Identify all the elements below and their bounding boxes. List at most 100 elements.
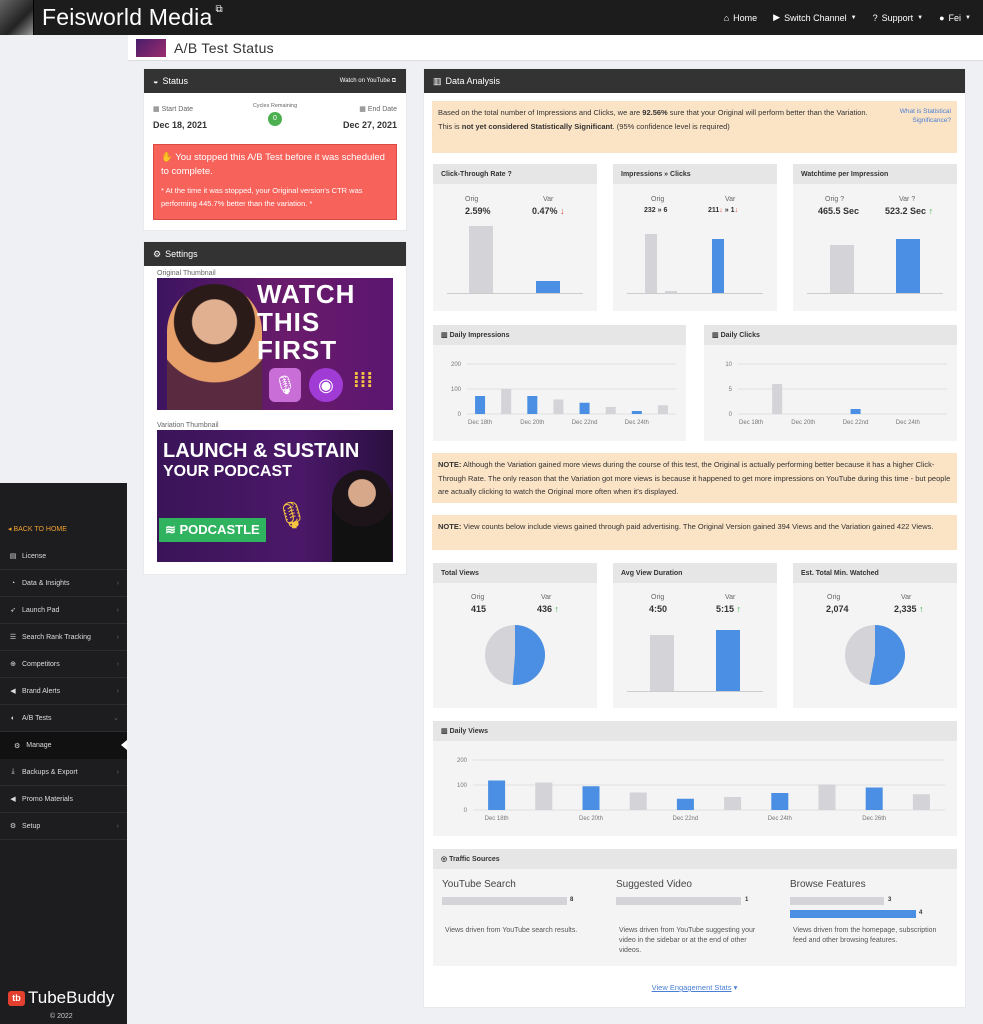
var-label: Var — [899, 196, 910, 203]
x-tick-label: Dec 20th — [579, 816, 603, 822]
daily-clicks-card: ▥ Daily Clicks 0 5 10 Dec 18th Dec 20th Dec 2… — [704, 325, 957, 441]
chart-bar — [865, 787, 883, 810]
sidebar-item-label: Data & Insights — [22, 579, 70, 587]
settings-title: Settings — [165, 249, 198, 259]
axis-line — [627, 293, 763, 294]
x-tick-label: Dec 22nd — [673, 816, 699, 822]
chart-bar — [535, 782, 553, 810]
badge-label: PODCASTLE — [179, 522, 260, 537]
channel-title[interactable]: Feisworld Media ⧉ — [42, 4, 223, 31]
sidebar-item-search-rank[interactable]: ☰ Search Rank Tracking › — [0, 624, 127, 651]
total-views-pie — [485, 625, 545, 685]
daily-clicks-chart: 0 5 10 Dec 18th Dec 20th Dec 22nd Dec 24th — [725, 362, 947, 426]
sidebar-item-brand-alerts[interactable]: ◀ Brand Alerts › — [0, 678, 127, 705]
watch-on-youtube-link[interactable]: Watch on YouTube ⧉ — [340, 78, 396, 85]
sidebar-item-license[interactable]: ▤ License — [0, 543, 127, 570]
sidebar-item-label: Manage — [26, 742, 52, 749]
data-analysis-header: ▥ Data Analysis — [424, 69, 965, 93]
note-label: NOTE: — [438, 522, 462, 531]
sidebar-item-data-insights[interactable]: ◔ Data & Insights › — [0, 570, 127, 597]
chart-bar — [676, 798, 694, 810]
watchtime-card: Watchtime per Impression Orig ? 465.5 Se… — [793, 164, 957, 311]
home-icon: ⌂ — [723, 12, 730, 23]
orig-label: Orig — [827, 594, 841, 601]
google-podcasts-icon: ⁞⁞⁞ — [353, 370, 373, 392]
half-circle-icon: ◐ — [10, 714, 16, 722]
orig-label: Orig — [465, 196, 479, 203]
variation-thumbnail[interactable]: LAUNCH & SUSTAIN YOUR PODCAST ≋ PODCASTL… — [157, 430, 393, 562]
views-var-value: 436 — [537, 604, 553, 614]
axis-line — [447, 293, 583, 294]
what-is-significance-link[interactable]: What is Statistical Significance? — [881, 107, 951, 125]
sidebar-item-launch-pad[interactable]: ➶ Launch Pad › — [0, 597, 127, 624]
question-icon: ? — [872, 12, 878, 23]
sidebar-item-backups[interactable]: ⤓ Backups & Export › — [0, 759, 127, 786]
significance-summary: Based on the total number of Impressions… — [432, 101, 957, 153]
browse-features-orig-value: 3 — [888, 897, 892, 903]
card-title: Impressions » Clicks — [613, 164, 777, 184]
daily-impressions-card: ▥ Daily Impressions 0 100 200 Dec 18th Dec 2… — [433, 325, 686, 441]
bar-chart-icon: ▥ — [441, 332, 450, 339]
status-panel: ◒ Status Watch on YouTube ⧉ ▦ Start Date D… — [144, 69, 406, 230]
tubebuddy-logo[interactable]: tb TubeBuddy — [8, 988, 114, 1008]
axis-line — [807, 293, 943, 294]
variation-thumbnail-label: Variation Thumbnail — [157, 422, 219, 429]
caret-down-icon: ▼ — [965, 14, 971, 21]
chart-bar — [488, 780, 506, 810]
impressions-clicks-card: Impressions » Clicks Orig 232 » 6 Var 21… — [613, 164, 777, 311]
home-link[interactable]: ⌂ Home — [724, 13, 757, 23]
card-title: Daily Clicks — [720, 331, 760, 339]
user-dropdown[interactable]: ● Fei ▼ — [939, 13, 971, 23]
switch-channel-dropdown[interactable]: ▶ Switch Channel ▼ — [773, 12, 856, 23]
engagement-stats-link[interactable]: View Engagement Stats ▾ — [424, 983, 965, 992]
arrow-down-icon: ↓ — [734, 207, 739, 214]
chart-bar — [553, 399, 564, 414]
sidebar-item-label: Brand Alerts — [22, 687, 61, 695]
back-to-home-link[interactable]: ◂ BACK TO HOME — [0, 483, 127, 543]
chevron-right-icon: › — [116, 606, 119, 614]
chevron-right-icon: › — [116, 822, 119, 830]
data-analysis-title: Data Analysis — [445, 76, 501, 86]
thumbnail-subheadline: YOUR PODCAST — [163, 463, 292, 480]
calendar-icon: ▦ — [359, 106, 368, 113]
x-tick-label: Dec 26th — [862, 816, 886, 822]
youtube-search-desc: Views driven from YouTube search results… — [445, 927, 578, 934]
sidebar-item-competitors[interactable]: ⊕ Competitors › — [0, 651, 127, 678]
x-tick-label: Dec 22nd — [843, 420, 869, 426]
host-photo — [332, 470, 392, 562]
var-label: Var — [725, 196, 736, 203]
minutes-var-value: 2,335 — [894, 604, 917, 614]
avd-orig-value: 4:50 — [649, 604, 668, 614]
sidebar-item-setup[interactable]: ⚙ Setup › — [0, 813, 127, 840]
arrow-up-icon: ↑ — [928, 206, 934, 216]
question-circle-icon[interactable]: ? — [911, 196, 915, 203]
sidebar-subitem-manage[interactable]: ⚙ Manage — [0, 732, 127, 759]
chevron-down-icon: ⌄ — [113, 715, 119, 722]
views-orig-value: 415 — [471, 604, 487, 614]
channel-avatar[interactable] — [0, 0, 34, 35]
chart-bar — [631, 411, 642, 414]
caret-down-icon: ▾ — [731, 983, 738, 992]
sidebar-item-ab-tests[interactable]: ◐ A/B Tests ⌄ — [0, 705, 127, 732]
traffic-sources-card: ◎ Traffic Sources YouTube Search 8 Views… — [433, 849, 957, 966]
y-tick-label: 200 — [457, 758, 468, 764]
var-label: Var — [541, 594, 552, 601]
summary-line-2: This is not yet considered Statistically… — [438, 120, 951, 134]
user-label: Fei — [948, 12, 962, 23]
chart-bar — [818, 784, 836, 810]
arrow-up-icon: ↑ — [919, 604, 924, 614]
list-icon: ☰ — [9, 634, 17, 641]
note-text: Although the Variation gained more views… — [438, 460, 951, 496]
question-circle-icon[interactable]: ? — [508, 171, 512, 178]
crosshair-icon: ⊕ — [10, 661, 16, 668]
headline-line: WATCH — [257, 279, 356, 309]
alert-main-text: You stopped this A/B Test before it was … — [161, 152, 385, 177]
question-circle-icon[interactable]: ? — [840, 196, 844, 203]
browse-features-desc: Views driven from the homepage, subscrip… — [793, 927, 937, 944]
original-thumbnail-label: Original Thumbnail — [157, 270, 216, 277]
sidebar-item-promo[interactable]: ◀ Promo Materials — [0, 786, 127, 813]
chevron-right-icon: › — [116, 768, 119, 776]
original-thumbnail[interactable]: WATCH THIS FIRST 🎙 ◉ ⁞⁞⁞ — [157, 278, 393, 410]
support-dropdown[interactable]: ? Support ▼ — [873, 13, 924, 23]
watch-link-label: Watch on YouTube — [339, 77, 391, 84]
